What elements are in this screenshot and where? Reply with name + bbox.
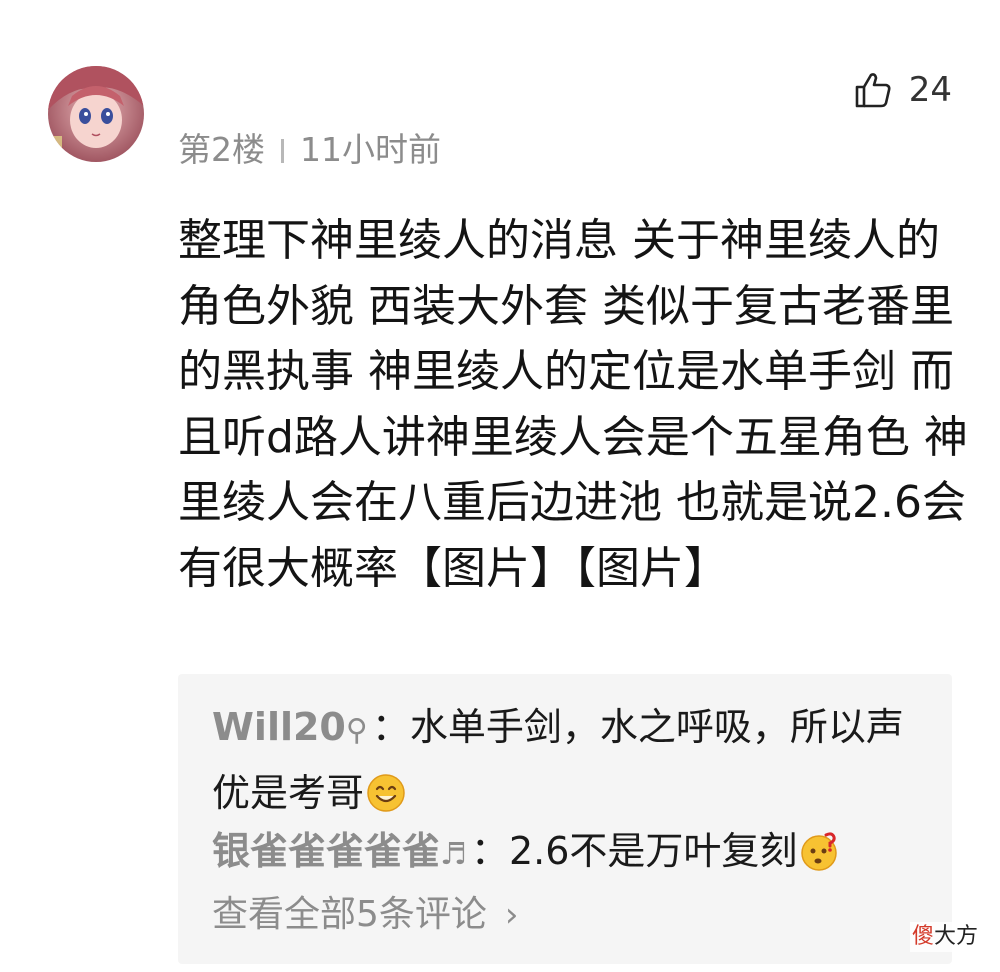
avatar-image [48, 66, 144, 162]
comment-meta: 第2楼 11小时前 [178, 128, 441, 172]
user-badge-icon: ⚲ [345, 713, 368, 748]
replies-panel: Will20⚲ ：水单手剑，水之呼吸，所以声优是考哥 银雀雀雀雀雀♬ ：2.6不是万… [178, 674, 952, 964]
watermark-char: 傻 [911, 924, 934, 949]
floor-number: 第2楼 [178, 130, 265, 169]
chevron-right-icon: › [504, 895, 519, 935]
reply-text: 2.6不是万叶复刻 [508, 829, 798, 873]
like-count: 24 [908, 70, 952, 110]
watermark: 傻大方 [909, 922, 980, 952]
reply-username[interactable]: 银雀雀雀雀雀 [212, 829, 440, 873]
meta-separator [281, 139, 284, 163]
music-note-icon: ♬ [440, 837, 467, 872]
like-button[interactable]: 24 [853, 68, 952, 112]
reply-item: Will20⚲ ：水单手剑，水之呼吸，所以声优是考哥 [212, 696, 932, 824]
comment-time: 11小时前 [300, 130, 441, 169]
comment-text: 整理下神里绫人的消息 关于神里绫人的角色外貌 西装大外套 类似于复古老番里的黑执… [178, 215, 968, 594]
thumbs-up-icon [853, 70, 893, 110]
reply-separator: ： [371, 705, 410, 749]
smile-emoji-icon [366, 773, 406, 813]
reply-item: 银雀雀雀雀雀♬ ：2.6不是万叶复刻 [212, 820, 932, 886]
avatar[interactable] [48, 66, 144, 162]
view-all-comments-link[interactable]: 查看全部5条评论 › [212, 890, 519, 940]
confused-emoji-icon [799, 831, 839, 871]
watermark-text: 大方 [933, 924, 978, 949]
reply-username[interactable]: Will20 [212, 705, 346, 749]
view-all-label: 查看全部5条评论 [212, 894, 487, 935]
reply-separator: ： [470, 829, 509, 873]
